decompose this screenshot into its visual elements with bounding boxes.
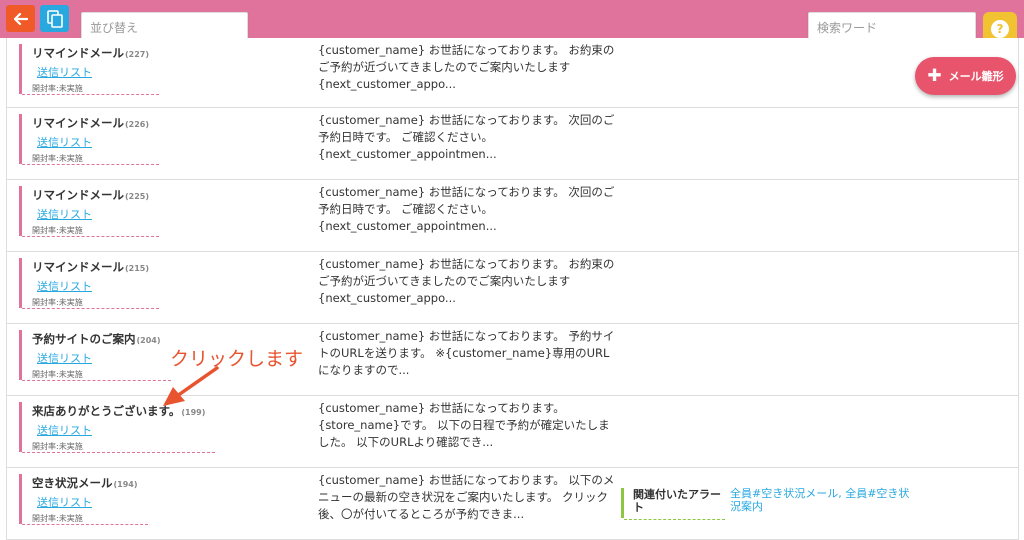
template-title: リマインドメール(215) bbox=[32, 260, 150, 274]
send-list-link[interactable]: 送信リスト bbox=[37, 134, 92, 150]
template-preview: {customer_name} お世話になっております。 予約サイ トのURLを送… bbox=[318, 329, 615, 377]
open-rate: 開封率:未実施 bbox=[32, 226, 83, 235]
new-mail-template-button[interactable]: ✚ メール雛形 bbox=[915, 57, 1016, 95]
plus-icon: ✚ bbox=[927, 65, 942, 86]
send-list-link[interactable]: 送信リスト bbox=[37, 206, 92, 222]
template-info: 予約サイトのご案内(204) 送信リスト 開封率:未実施 bbox=[19, 330, 171, 381]
template-title: リマインドメール(226) bbox=[32, 116, 150, 130]
template-info: リマインドメール(225) 送信リスト 開封率:未実施 bbox=[19, 186, 160, 237]
template-row[interactable]: リマインドメール(215) 送信リスト 開封率:未実施 {customer_na… bbox=[7, 252, 1018, 324]
template-count: (215) bbox=[125, 264, 150, 273]
send-list-link[interactable]: 送信リスト bbox=[37, 278, 92, 294]
open-rate: 開封率:未実施 bbox=[32, 154, 83, 163]
annotation-arrow-icon bbox=[163, 366, 219, 406]
mail-template-list: リマインドメール(227) 送信リスト 開封率:未実施 {customer_na… bbox=[6, 38, 1019, 540]
template-info: 空き状況メール(194) 送信リスト 開封率:未実施 bbox=[19, 474, 148, 525]
template-title: リマインドメール(225) bbox=[32, 188, 150, 202]
open-rate: 開封率:未実施 bbox=[32, 84, 83, 93]
template-info: リマインドメール(226) 送信リスト 開封率:未実施 bbox=[19, 114, 160, 165]
send-list-link[interactable]: 送信リスト bbox=[37, 64, 92, 80]
template-row[interactable]: リマインドメール(225) 送信リスト 開封率:未実施 {customer_na… bbox=[7, 180, 1018, 252]
template-preview: {customer_name} お世話になっております。 以下のメ ニューの最新の… bbox=[318, 473, 615, 521]
copy-icon bbox=[46, 9, 63, 28]
related-alert-links[interactable]: 全員#空き状況メール, 全員#空き状況案内 bbox=[730, 487, 920, 513]
open-rate: 開封率:未実施 bbox=[32, 514, 83, 523]
related-alert-label: 関連付いたアラート bbox=[621, 488, 725, 520]
new-mail-template-label: メール雛形 bbox=[948, 70, 1004, 83]
template-count: (204) bbox=[136, 336, 161, 345]
template-title: 空き状況メール(194) bbox=[32, 476, 138, 490]
template-preview: {customer_name} お世話になっております。 次回のご 予約日時です。… bbox=[318, 185, 615, 233]
template-info: リマインドメール(227) 送信リスト 開封率:未実施 bbox=[19, 44, 160, 95]
template-preview: {customer_name} お世話になっております。 お約束の ご予約が近づい… bbox=[318, 257, 615, 305]
open-rate: 開封率:未実施 bbox=[32, 370, 83, 379]
template-row[interactable]: リマインドメール(226) 送信リスト 開封率:未実施 {customer_na… bbox=[7, 108, 1018, 180]
template-count: (226) bbox=[125, 120, 150, 129]
template-count: (225) bbox=[125, 192, 150, 201]
template-preview: {customer_name} お世話になっております。 次回のご 予約日時です。… bbox=[318, 113, 615, 161]
template-info: リマインドメール(215) 送信リスト 開封率:未実施 bbox=[19, 258, 160, 309]
template-preview: {customer_name} お世話になっております。 お約束の ご予約が近づい… bbox=[318, 43, 615, 91]
arrow-left-icon bbox=[13, 12, 28, 25]
template-row[interactable]: 空き状況メール(194) 送信リスト 開封率:未実施 {customer_nam… bbox=[7, 468, 1018, 540]
template-title: 予約サイトのご案内(204) bbox=[32, 332, 161, 346]
open-rate: 開封率:未実施 bbox=[32, 298, 83, 307]
send-list-link[interactable]: 送信リスト bbox=[37, 422, 92, 438]
template-row[interactable]: リマインドメール(227) 送信リスト 開封率:未実施 {customer_na… bbox=[7, 38, 1018, 108]
template-preview: {customer_name} お世話になっております。 {store_name}… bbox=[318, 401, 610, 449]
template-count: (194) bbox=[113, 480, 138, 489]
send-list-link[interactable]: 送信リスト bbox=[37, 494, 92, 510]
open-rate: 開封率:未実施 bbox=[32, 442, 83, 451]
copy-button[interactable] bbox=[40, 5, 69, 32]
send-list-link[interactable]: 送信リスト bbox=[37, 350, 92, 366]
back-button[interactable] bbox=[6, 5, 35, 32]
template-title: リマインドメール(227) bbox=[32, 46, 150, 60]
template-count: (227) bbox=[125, 50, 150, 59]
help-icon: ? bbox=[991, 20, 1009, 38]
